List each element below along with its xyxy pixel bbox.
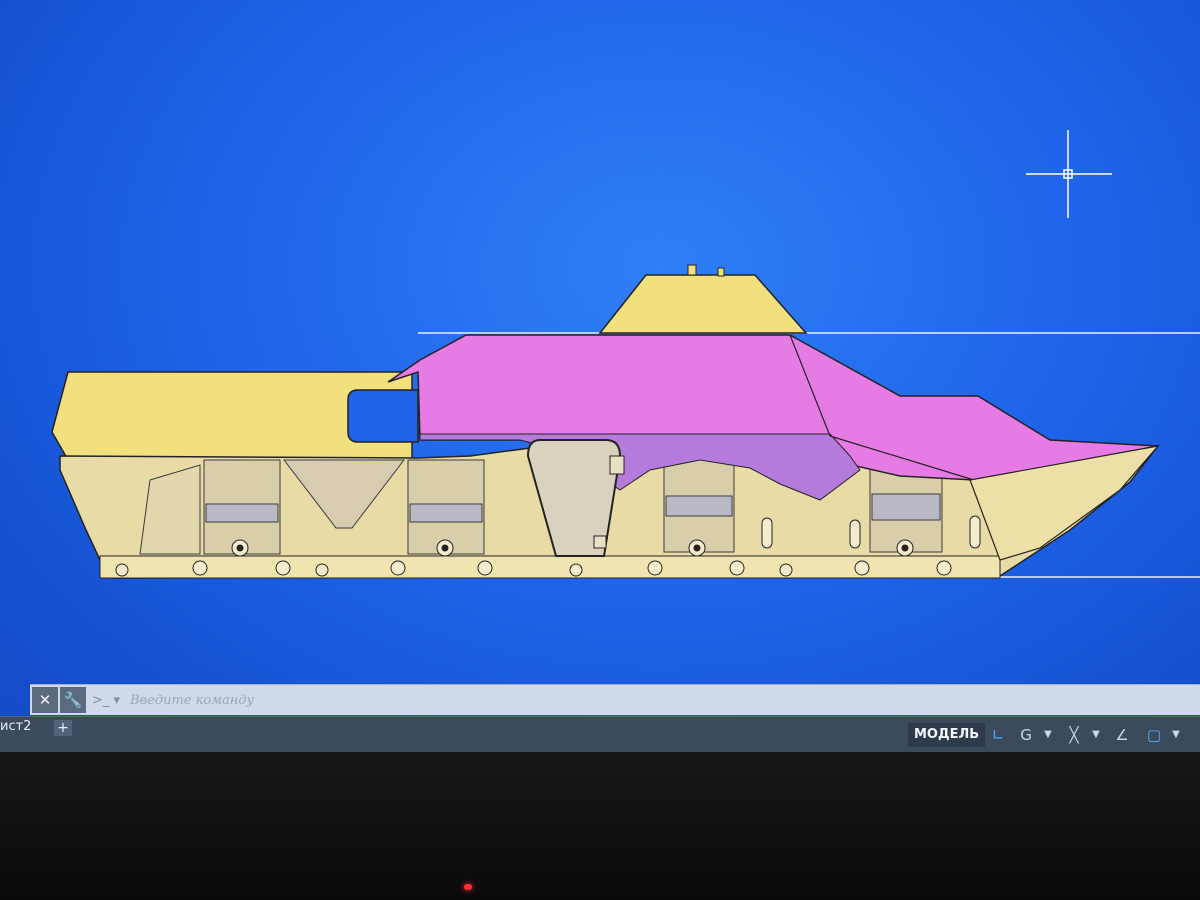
add-layout-button[interactable]: + bbox=[54, 720, 72, 736]
tab-layout[interactable]: ист2 bbox=[0, 717, 39, 737]
crosshair-cursor bbox=[1026, 130, 1112, 218]
rear-window bbox=[347, 389, 419, 443]
model-space-button[interactable]: МОДЕЛЬ bbox=[908, 723, 986, 747]
command-line[interactable]: ✕ 🔧 >_ ▾ Введите команду bbox=[30, 684, 1200, 715]
grid-icon[interactable]: ∟ bbox=[984, 723, 1012, 747]
chevron-down-icon[interactable]: ▼ bbox=[1090, 723, 1102, 747]
monitor-bezel bbox=[0, 752, 1200, 900]
turret[interactable] bbox=[598, 274, 808, 334]
close-icon[interactable]: ✕ bbox=[32, 687, 58, 713]
chevron-down-icon[interactable]: ▼ bbox=[1042, 723, 1054, 747]
power-led-icon bbox=[464, 884, 472, 890]
isometric-draft-icon[interactable]: ∠ bbox=[1108, 723, 1136, 747]
wrench-icon[interactable]: 🔧 bbox=[60, 687, 86, 713]
chevron-down-icon[interactable]: ▼ bbox=[1170, 723, 1182, 747]
drawing-canvas[interactable]: ✕ 🔧 >_ ▾ Введите команду ист2 + МОДЕЛЬ ∟… bbox=[0, 0, 1200, 760]
object-snap-icon[interactable]: ╳ bbox=[1060, 723, 1088, 747]
command-input[interactable]: Введите команду bbox=[130, 693, 254, 708]
status-bar: ист2 + МОДЕЛЬ ∟ G ▼ ╳ ▼ ∠ ▢ ▼ bbox=[0, 716, 1200, 753]
vehicle-drawing[interactable] bbox=[0, 0, 1200, 700]
command-prompt-icon[interactable]: >_ ▾ bbox=[92, 689, 120, 711]
polar-tracking-icon[interactable]: G bbox=[1012, 723, 1040, 747]
workspace-icon[interactable]: ▢ bbox=[1140, 723, 1168, 747]
